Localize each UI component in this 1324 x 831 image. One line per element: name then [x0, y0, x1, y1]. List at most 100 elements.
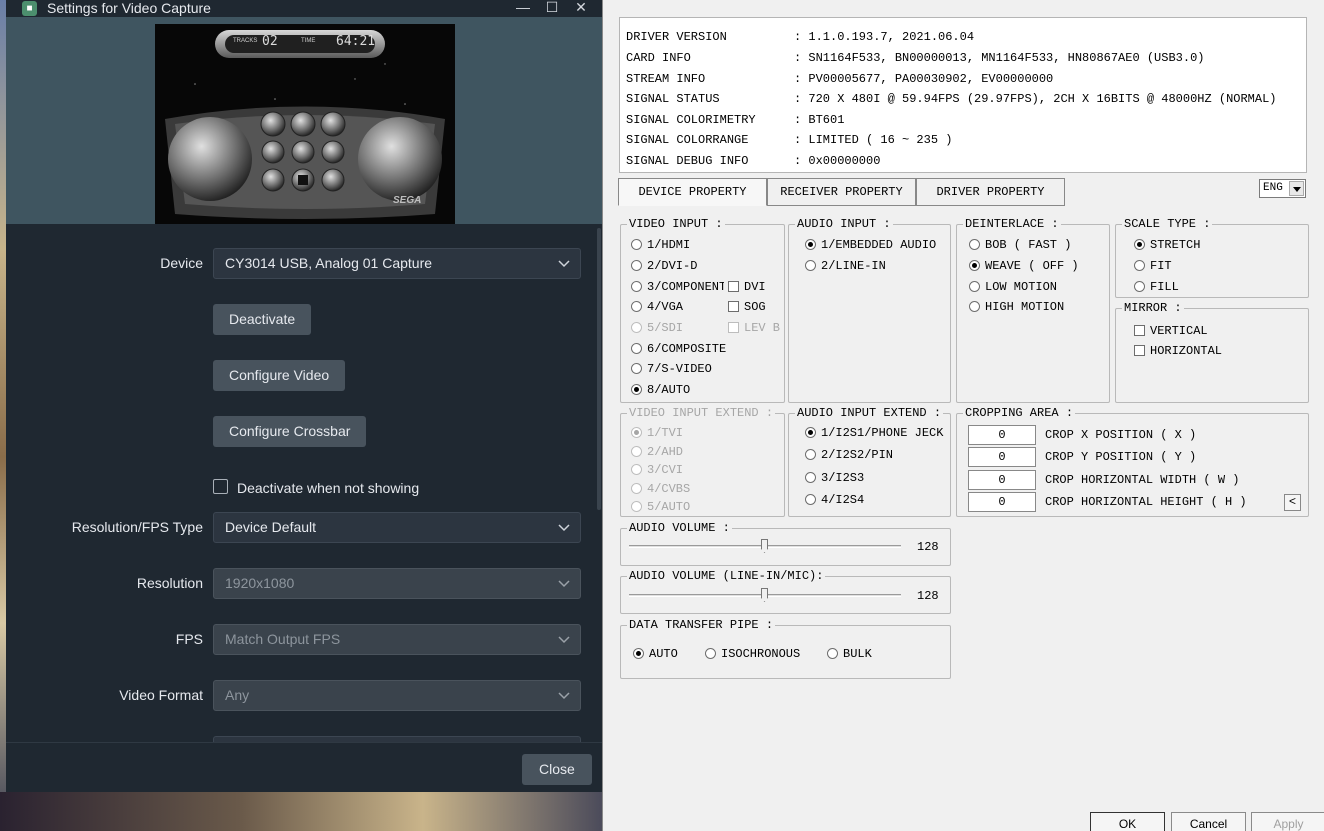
- radio-i2s2-pin[interactable]: 2/I2S2/PIN: [801, 447, 893, 463]
- group-title: AUDIO INPUT :: [795, 216, 893, 232]
- scale-type-group: SCALE TYPE : STRETCH FIT FILL: [1115, 216, 1309, 298]
- device-label: Device: [160, 255, 203, 271]
- driver-property-dialog: DRIVER VERSION : 1.1.0.193.7, 2021.06.04…: [602, 0, 1324, 831]
- group-title: DATA TRANSFER PIPE :: [627, 617, 776, 633]
- radio-fit[interactable]: FIT: [1130, 258, 1172, 274]
- time-label: TIME: [301, 38, 316, 44]
- radio-line-in[interactable]: 2/LINE-IN: [801, 258, 886, 274]
- deactivate-when-not-showing-label: Deactivate when not showing: [237, 480, 420, 496]
- fps-value: Match Output FPS: [225, 631, 341, 647]
- radio-fill[interactable]: FILL: [1130, 279, 1179, 295]
- radio-5-sdi[interactable]: 5/SDI: [627, 320, 683, 336]
- crop-y-label: CROP Y POSITION ( Y ): [1045, 450, 1197, 464]
- tab-driver-property[interactable]: DRIVER PROPERTY: [916, 178, 1065, 206]
- crop-width-input[interactable]: 0: [968, 470, 1036, 490]
- resolution-select[interactable]: 1920x1080: [213, 568, 581, 599]
- radio-i2s4[interactable]: 4/I2S4: [801, 492, 864, 508]
- radio-extend-auto[interactable]: 5/AUTO: [627, 499, 690, 515]
- radio-i2s1-phone-jeck[interactable]: 1/I2S1/PHONE JECK: [801, 425, 943, 441]
- radio-8-auto[interactable]: 8/AUTO: [627, 382, 690, 398]
- group-title: AUDIO INPUT EXTEND :: [795, 405, 944, 421]
- radio-stretch[interactable]: STRETCH: [1130, 237, 1200, 253]
- radio-pipe-isochronous[interactable]: ISOCHRONOUS: [701, 646, 800, 662]
- audio-volume-group: AUDIO VOLUME : 128: [620, 520, 951, 566]
- deactivate-button[interactable]: Deactivate: [213, 304, 312, 335]
- radio-tvi[interactable]: 1/TVI: [627, 425, 683, 441]
- checkbox-dvi[interactable]: DVI: [724, 279, 766, 295]
- linein-volume-slider-thumb[interactable]: [761, 588, 768, 602]
- mirror-group: MIRROR : VERTICAL HORIZONTAL: [1115, 300, 1309, 403]
- data-transfer-pipe-group: DATA TRANSFER PIPE : AUTO ISOCHRONOUS BU…: [620, 617, 951, 679]
- info-key: SIGNAL COLORRANGE: [626, 133, 749, 147]
- chevron-down-icon: [1289, 181, 1304, 196]
- ok-button[interactable]: OK: [1090, 812, 1165, 831]
- collapse-button[interactable]: <: [1284, 494, 1301, 511]
- window-title: Settings for Video Capture: [47, 0, 211, 16]
- audio-volume-slider-thumb[interactable]: [761, 539, 768, 553]
- radio-1-hdmi[interactable]: 1/HDMI: [627, 237, 690, 253]
- properties-scrollbar[interactable]: [597, 228, 601, 510]
- checkbox-lev-b[interactable]: LEV B: [724, 320, 780, 336]
- device-select[interactable]: CY3014 USB, Analog 01 Capture: [213, 248, 581, 279]
- resolution-value: 1920x1080: [225, 575, 295, 591]
- radio-pipe-auto[interactable]: AUTO: [629, 646, 678, 662]
- deactivate-when-not-showing-checkbox[interactable]: [213, 479, 228, 494]
- info-value: : LIMITED ( 16 ~ 235 ): [794, 133, 953, 147]
- chevron-down-icon: [558, 580, 570, 588]
- language-value: ENG: [1263, 182, 1283, 194]
- group-title: DEINTERLACE :: [963, 216, 1061, 232]
- radio-4-vga[interactable]: 4/VGA: [627, 299, 683, 315]
- radio-cvbs[interactable]: 4/CVBS: [627, 481, 690, 497]
- checkbox-horizontal[interactable]: HORIZONTAL: [1130, 343, 1222, 359]
- checkbox-vertical[interactable]: VERTICAL: [1130, 323, 1208, 339]
- info-value: : BT601: [794, 113, 845, 127]
- close-icon[interactable]: ✕: [566, 0, 596, 16]
- tab-device-property[interactable]: DEVICE PROPERTY: [618, 178, 767, 206]
- preview-frame-image: [155, 24, 455, 224]
- resolution-fps-type-select[interactable]: Device Default: [213, 512, 581, 543]
- radio-weave-off[interactable]: WEAVE ( OFF ): [965, 258, 1079, 274]
- properties-panel: Device CY3014 USB, Analog 01 Capture Dea…: [6, 224, 602, 742]
- radio-bob-fast[interactable]: BOB ( FAST ): [965, 237, 1071, 253]
- video-format-select[interactable]: Any: [213, 680, 581, 711]
- info-value: : 1.1.0.193.7, 2021.06.04: [794, 30, 975, 44]
- device-select-value: CY3014 USB, Analog 01 Capture: [225, 255, 433, 271]
- tab-receiver-property[interactable]: RECEIVER PROPERTY: [767, 178, 916, 206]
- crop-height-input[interactable]: 0: [968, 492, 1036, 512]
- radio-i2s3[interactable]: 3/I2S3: [801, 470, 864, 486]
- apply-button[interactable]: Apply: [1251, 812, 1324, 831]
- language-select[interactable]: ENG: [1259, 179, 1306, 198]
- radio-6-composite[interactable]: 6/COMPOSITE: [627, 341, 726, 357]
- radio-2-dvi-d[interactable]: 2/DVI-D: [627, 258, 697, 274]
- linein-volume-value: 128: [917, 589, 939, 603]
- tracks-value: 02: [262, 34, 278, 49]
- radio-low-motion[interactable]: LOW MOTION: [965, 279, 1057, 295]
- radio-7-s-video[interactable]: 7/S-VIDEO: [627, 361, 712, 377]
- audio-input-extend-group: AUDIO INPUT EXTEND : 1/I2S1/PHONE JECK 2…: [788, 405, 951, 517]
- radio-cvi[interactable]: 3/CVI: [627, 462, 683, 478]
- configure-crossbar-button[interactable]: Configure Crossbar: [213, 416, 367, 447]
- radio-high-motion[interactable]: HIGH MOTION: [965, 299, 1064, 315]
- maximize-icon[interactable]: ☐: [537, 0, 567, 16]
- crop-width-label: CROP HORIZONTAL WIDTH ( W ): [1045, 473, 1240, 487]
- time-value: 64:21: [336, 34, 376, 49]
- audio-volume-value: 128: [917, 540, 939, 554]
- configure-video-button[interactable]: Configure Video: [213, 360, 346, 391]
- info-key: SIGNAL STATUS: [626, 92, 720, 106]
- radio-embedded-audio[interactable]: 1/EMBEDDED AUDIO: [801, 237, 936, 253]
- crop-y-input[interactable]: 0: [968, 447, 1036, 467]
- chevron-down-icon: [558, 636, 570, 644]
- tracks-label: TRACKS: [233, 38, 258, 44]
- desktop-background-bottom: [0, 792, 604, 831]
- audio-volume-linein-group: AUDIO VOLUME (LINE-IN/MIC): 128: [620, 568, 951, 614]
- radio-3-component[interactable]: 3/COMPONENT: [627, 279, 726, 295]
- checkbox-sog[interactable]: SOG: [724, 299, 766, 315]
- cancel-button[interactable]: Cancel: [1171, 812, 1246, 831]
- fps-select[interactable]: Match Output FPS: [213, 624, 581, 655]
- crop-x-input[interactable]: 0: [968, 425, 1036, 445]
- sega-logo: SEGA: [393, 195, 422, 206]
- minimize-icon[interactable]: —: [508, 0, 538, 16]
- radio-ahd[interactable]: 2/AHD: [627, 444, 683, 460]
- close-button[interactable]: Close: [522, 754, 592, 785]
- radio-pipe-bulk[interactable]: BULK: [823, 646, 872, 662]
